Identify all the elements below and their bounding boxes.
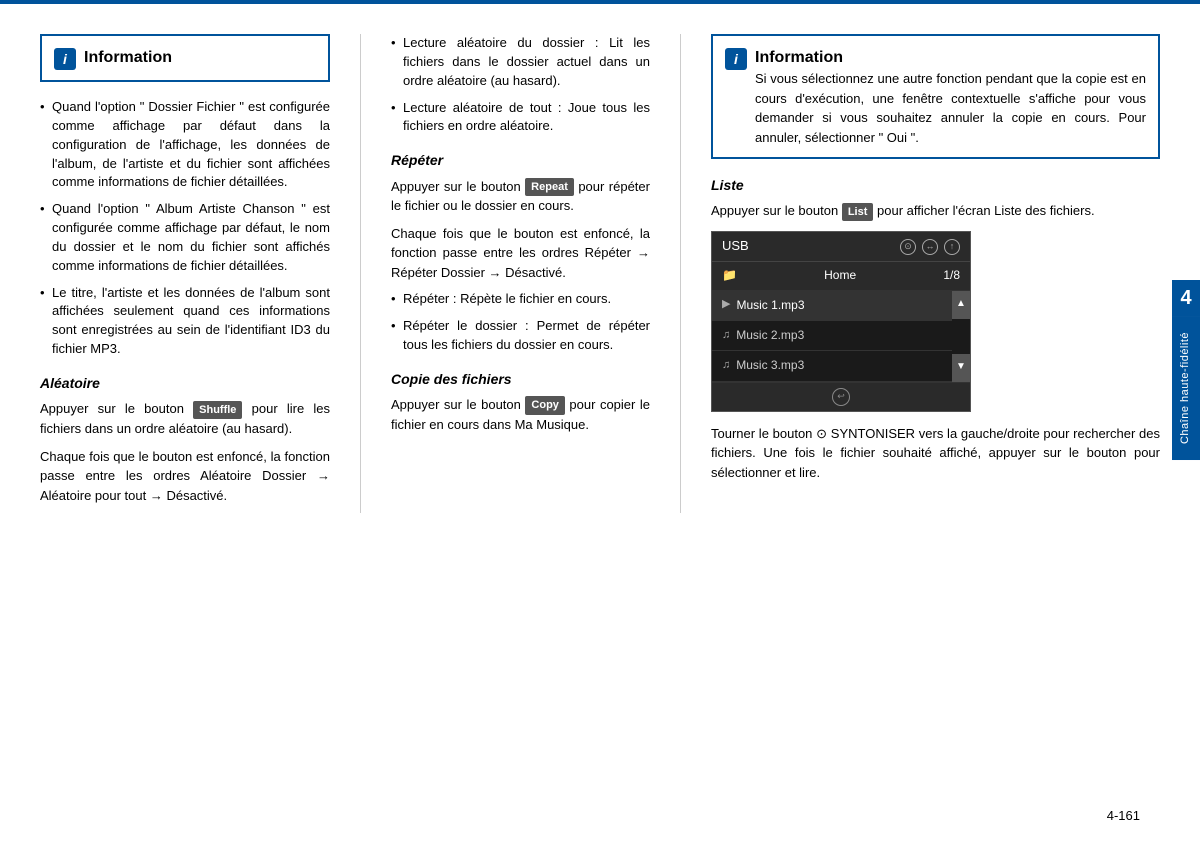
usb-label: USB	[722, 237, 749, 256]
info-title-right: Information	[755, 46, 1146, 69]
list-button: List	[842, 203, 874, 222]
usb-file-name-3: Music 3.mp3	[736, 357, 804, 374]
music-icon-2: ♫	[722, 328, 730, 344]
music-icon-3: ♫	[722, 358, 730, 374]
usb-file-row-2: ♫ Music 2.mp3	[712, 321, 952, 351]
info-right-text: Si vous sélectionnez une autre fonction …	[755, 69, 1146, 147]
col-right: i Information Si vous sélectionnez une a…	[680, 34, 1160, 513]
usb-icon-circle3: ↑	[944, 239, 960, 255]
liste-title: Liste	[711, 175, 1160, 195]
middle-bullet-list: Lecture aléatoire du dossier : Lit les f…	[391, 34, 650, 136]
usb-home-label: Home	[824, 267, 856, 284]
info-icon-right: i	[725, 48, 747, 70]
back-button[interactable]: ↩	[832, 388, 850, 406]
list-item: Quand l'option " Dossier Fichier " est c…	[40, 98, 330, 192]
usb-screen: USB ⊙ ↔ ↑ 📁 Home 1/8 ▶ Music 1.mp3	[711, 231, 971, 411]
col-left: i Information Quand l'option " Dossier F…	[40, 34, 360, 513]
page: i Information Quand l'option " Dossier F…	[0, 0, 1200, 846]
col-middle: Lecture aléatoire du dossier : Lit les f…	[360, 34, 680, 513]
copie-text: Appuyer sur le bouton Copy pour copier l…	[391, 395, 650, 434]
shuffle-button: Shuffle	[193, 401, 242, 420]
usb-file-row-1: ▶ Music 1.mp3	[712, 291, 952, 321]
usb-home-folder-icon: 📁	[722, 267, 737, 284]
list-item: Répéter le dossier : Permet de répéter t…	[391, 317, 650, 355]
list-item: Lecture aléatoire du dossier : Lit les f…	[391, 34, 650, 91]
usb-page-count: 1/8	[943, 267, 960, 284]
aleatoire-text3: Chaque fois que le bouton est enfoncé, l…	[40, 447, 330, 506]
info-box-left: i Information	[40, 34, 330, 82]
aleatoire-title: Aléatoire	[40, 373, 330, 393]
right-tab-container: 4 Chaîne haute-fidélité	[1172, 280, 1200, 460]
info-right-content: Information Si vous sélectionnez une aut…	[755, 46, 1146, 147]
play-icon: ▶	[722, 297, 730, 313]
usb-header: USB ⊙ ↔ ↑	[712, 232, 970, 262]
list-item: Lecture aléatoire de tout : Joue tous le…	[391, 99, 650, 137]
aleatoire-text1: Appuyer sur le bouton Shuffle pour lire …	[40, 399, 330, 438]
repeat-button: Repeat	[525, 178, 574, 197]
usb-header-icons: ⊙ ↔ ↑	[900, 239, 960, 255]
usb-home-row: 📁 Home 1/8	[712, 262, 970, 290]
usb-icon-circle1: ⊙	[900, 239, 916, 255]
scroll-down-button[interactable]: ▼	[952, 354, 970, 382]
repeter-title: Répéter	[391, 150, 650, 170]
usb-file-row-3: ♫ Music 3.mp3	[712, 351, 952, 381]
usb-file-name-2: Music 2.mp3	[736, 327, 804, 344]
content-area: i Information Quand l'option " Dossier F…	[0, 4, 1200, 543]
page-number: 4-161	[1107, 807, 1140, 826]
left-bullet-list: Quand l'option " Dossier Fichier " est c…	[40, 98, 330, 359]
scroll-up-button[interactable]: ▲	[952, 291, 970, 319]
info-box-right: i Information Si vous sélectionnez une a…	[711, 34, 1160, 159]
list-item: Le titre, l'artiste et les données de l'…	[40, 284, 330, 359]
repeter-sub-list: Répéter : Répète le fichier en cours. Ré…	[391, 290, 650, 355]
tab-number: 4	[1172, 280, 1200, 316]
tab-label: Chaîne haute-fidélité	[1172, 316, 1200, 460]
info-title-left: Information	[84, 46, 172, 69]
info-icon-left: i	[54, 48, 76, 70]
usb-icon-circle2: ↔	[922, 239, 938, 255]
usb-files-wrapper: ▶ Music 1.mp3 ♫ Music 2.mp3 ♫ Music 3.mp…	[712, 291, 970, 382]
usb-footer: ↩	[712, 382, 970, 411]
usb-file-name-1: Music 1.mp3	[736, 297, 804, 314]
repeter-text3: Chaque fois que le bouton est enfoncé, l…	[391, 224, 650, 283]
repeter-text1: Appuyer sur le bouton Repeat pour répéte…	[391, 177, 650, 216]
copie-title: Copie des fichiers	[391, 369, 650, 389]
copy-button: Copy	[525, 396, 565, 415]
list-item: Quand l'option " Album Artiste Chanson "…	[40, 200, 330, 275]
scroll-buttons[interactable]: ▲ ▼	[952, 291, 970, 382]
liste-text: Appuyer sur le bouton List pour afficher…	[711, 201, 1160, 221]
list-item: Répéter : Répète le fichier en cours.	[391, 290, 650, 309]
syntoniser-text: Tourner le bouton ⊙ SYNTONISER vers la g…	[711, 424, 1160, 483]
